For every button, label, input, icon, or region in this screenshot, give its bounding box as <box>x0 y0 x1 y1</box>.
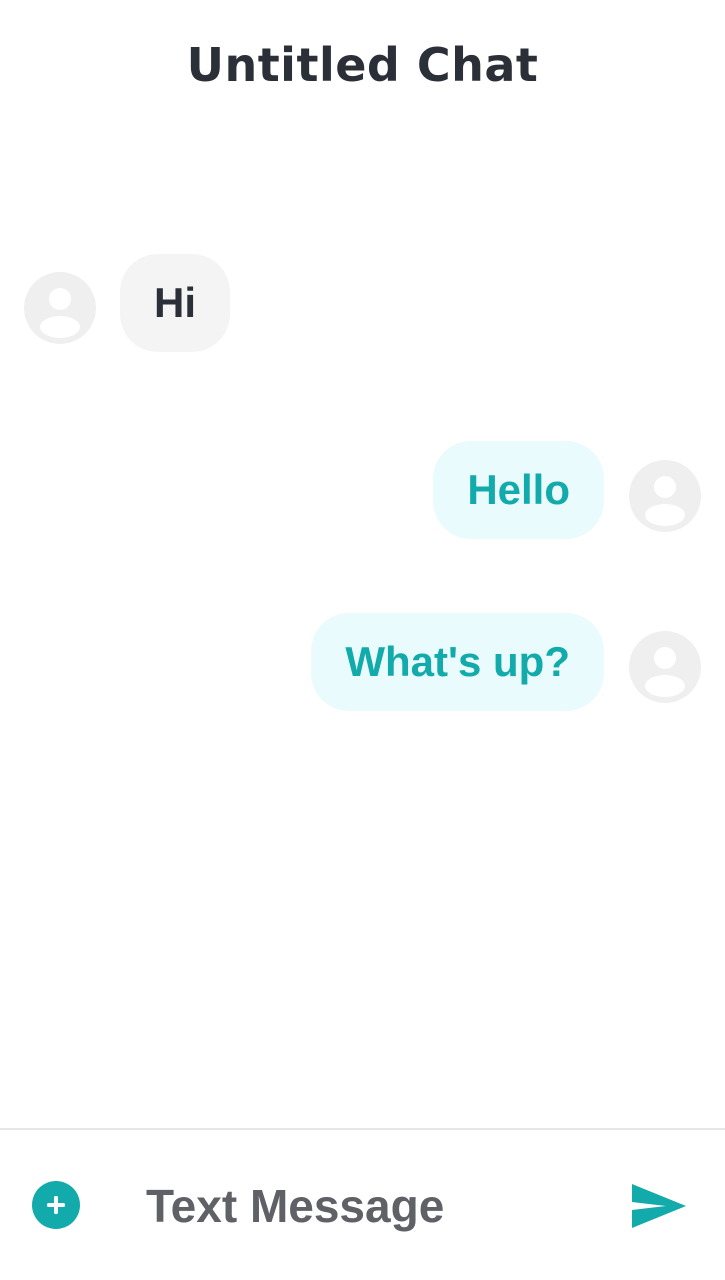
incoming-avatar <box>24 272 96 344</box>
message-bubble-outgoing[interactable]: What's up? <box>311 613 604 711</box>
user-avatar-icon <box>645 647 685 697</box>
user-avatar-icon <box>40 288 80 338</box>
add-attachment-button[interactable] <box>32 1181 80 1229</box>
outgoing-avatar <box>629 631 701 703</box>
user-avatar-icon <box>645 476 685 526</box>
chat-header: Untitled Chat <box>0 0 725 135</box>
outgoing-avatar <box>629 460 701 532</box>
send-icon <box>632 1184 686 1228</box>
message-text: Hello <box>467 466 570 513</box>
message-text: Hi <box>154 279 196 326</box>
message-list: Hi Hello What's up? <box>0 135 725 1128</box>
send-button[interactable] <box>628 1180 690 1232</box>
message-bubble-outgoing[interactable]: Hello <box>433 441 604 539</box>
message-text: What's up? <box>345 638 570 685</box>
message-bubble-incoming[interactable]: Hi <box>120 254 230 352</box>
message-composer <box>0 1130 725 1280</box>
message-input[interactable] <box>130 1168 600 1244</box>
page-title: Untitled Chat <box>186 38 539 92</box>
plus-circle-icon <box>47 1196 65 1214</box>
